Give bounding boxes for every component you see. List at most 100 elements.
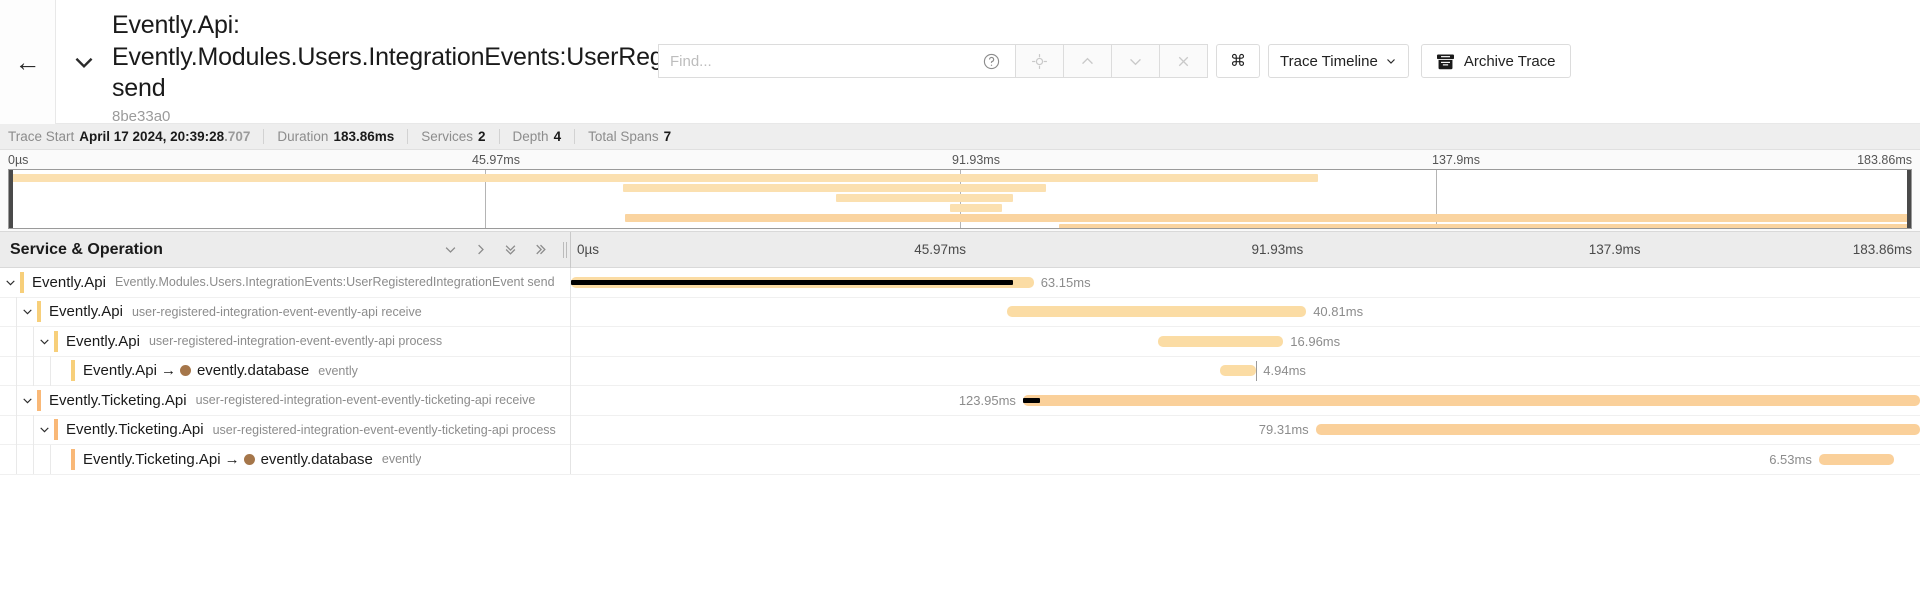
timeline-tick-label: 91.93ms	[1252, 242, 1304, 257]
span-row[interactable]: Evently.Apiuser-registered-integration-e…	[0, 298, 1920, 328]
search-input[interactable]	[658, 44, 968, 78]
span-row-label[interactable]: Evently.Ticketing.Apiuser-registered-int…	[0, 386, 571, 416]
span-bar-area[interactable]: 40.81ms	[571, 297, 1920, 327]
span-bar-area[interactable]: 79.31ms	[571, 415, 1920, 445]
service-color-bar	[54, 331, 58, 352]
indent-guide	[0, 297, 17, 327]
minimap-tick-label: 45.97ms	[472, 153, 520, 167]
span-collapse-toggle[interactable]	[17, 297, 37, 327]
minimap-drag-handle-right[interactable]	[1907, 170, 1911, 228]
search-help-button[interactable]	[968, 44, 1016, 78]
trace-meta-bar: Trace StartApril 17 2024, 20:39:28.707Du…	[0, 124, 1920, 150]
span-duration-label: 40.81ms	[1313, 304, 1363, 319]
archive-trace-label: Archive Trace	[1464, 53, 1556, 70]
operation-name: evently	[382, 452, 422, 466]
focus-match-button[interactable]	[1016, 44, 1064, 78]
archive-trace-button[interactable]: Archive Trace	[1421, 44, 1571, 78]
span-row-label[interactable]: Evently.Ticketing.Apiuser-registered-int…	[0, 415, 571, 445]
next-match-button[interactable]	[1112, 44, 1160, 78]
minimap-tick-label: 137.9ms	[1432, 153, 1480, 167]
span-duration-label: 4.94ms	[1263, 363, 1306, 378]
minimap-span-bar	[625, 214, 1911, 222]
span-duration-bar[interactable]	[1220, 365, 1256, 376]
span-collapse-toggle[interactable]	[0, 268, 20, 298]
minimap-span-bar	[1059, 224, 1911, 229]
collapse-one-button[interactable]	[443, 242, 458, 257]
span-duration-bar[interactable]	[1819, 454, 1895, 465]
span-row[interactable]: Evently.ApiEvently.Modules.Users.Integra…	[0, 268, 1920, 298]
command-key-icon: ⌘	[1230, 51, 1246, 71]
span-row-label[interactable]: Evently.Apiuser-registered-integration-e…	[0, 327, 571, 357]
keyboard-shortcuts-button[interactable]: ⌘	[1216, 44, 1260, 78]
view-selector-dropdown[interactable]: Trace Timeline	[1268, 44, 1409, 78]
minimap-span-bar	[950, 204, 1001, 212]
timeline-tick-label: 137.9ms	[1589, 242, 1641, 257]
prev-match-button[interactable]	[1064, 44, 1112, 78]
span-duration-bar[interactable]	[1023, 395, 1920, 406]
span-collapse-toggle[interactable]	[17, 386, 37, 416]
meta-divider	[407, 129, 408, 144]
span-collapse-toggle[interactable]	[34, 415, 54, 445]
span-bar-area[interactable]: 63.15ms	[571, 268, 1920, 298]
meta-value-suffix: .707	[224, 129, 250, 144]
operation-name: user-registered-integration-event-eventl…	[196, 393, 536, 407]
span-row[interactable]: Evently.Ticketing.Apiuser-registered-int…	[0, 386, 1920, 416]
view-selector-label: Trace Timeline	[1280, 53, 1378, 70]
operation-name: evently	[318, 364, 358, 378]
minimap-drag-handle-left[interactable]	[9, 170, 13, 228]
service-color-bar	[37, 301, 41, 322]
span-bar-area[interactable]: 4.94ms	[571, 356, 1920, 386]
meta-value: 4	[554, 129, 562, 144]
database-dot-icon	[180, 365, 191, 376]
minimap-tick-label: 0µs	[8, 153, 28, 167]
operation-name: user-registered-integration-event-eventl…	[132, 305, 422, 319]
span-duration-bar[interactable]	[1316, 424, 1920, 435]
close-icon	[1175, 53, 1192, 70]
double-chevron-right-icon	[533, 242, 548, 257]
meta-item: Trace StartApril 17 2024, 20:39:28.707	[8, 129, 250, 144]
span-row[interactable]: Evently.Ticketing.Apiuser-registered-int…	[0, 416, 1920, 446]
meta-item: Depth4	[513, 129, 562, 144]
chevron-down-icon	[1385, 55, 1397, 67]
meta-label: Services	[421, 129, 473, 144]
column-resize-handle[interactable]	[563, 242, 567, 258]
span-row-label[interactable]: Evently.Api→evently.databaseevently	[0, 356, 571, 386]
span-duration-bar[interactable]	[1158, 336, 1283, 347]
chevron-down-icon	[1127, 53, 1144, 70]
minimap-canvas[interactable]	[8, 169, 1912, 229]
clear-search-button[interactable]	[1160, 44, 1208, 78]
span-bar-area[interactable]: 6.53ms	[571, 445, 1920, 475]
database-target-name: evently.database	[261, 451, 373, 468]
chevron-down-icon	[38, 423, 51, 436]
span-row[interactable]: Evently.Ticketing.Api→evently.databaseev…	[0, 445, 1920, 475]
chevron-down-icon	[38, 335, 51, 348]
expand-one-button[interactable]	[473, 242, 488, 257]
span-collapse-toggle[interactable]	[34, 327, 54, 357]
span-expand-toggle	[51, 445, 71, 475]
page-title: Evently.Api: Evently.Modules.Users.Integ…	[112, 10, 672, 105]
back-button[interactable]: ←	[0, 0, 56, 124]
operation-name: user-registered-integration-event-eventl…	[213, 423, 556, 437]
header-toolbar: ⌘ Trace Timeline Archive Trace	[658, 44, 1571, 78]
span-row-label[interactable]: Evently.ApiEvently.Modules.Users.Integra…	[0, 268, 571, 298]
indent-guide	[17, 445, 34, 475]
span-duration-bar[interactable]	[1007, 306, 1306, 317]
minimap-span-bar	[623, 184, 1045, 192]
collapse-all-button[interactable]	[503, 242, 518, 257]
span-bar-area[interactable]: 123.95ms	[571, 386, 1920, 416]
indent-guide	[34, 445, 51, 475]
dependency-arrow-icon: →	[225, 451, 240, 468]
span-duration-label: 123.95ms	[959, 393, 1016, 408]
trace-minimap[interactable]: 0µs45.97ms91.93ms137.9ms183.86ms	[0, 150, 1920, 232]
title-collapse-toggle[interactable]	[56, 0, 112, 124]
span-row-label[interactable]: Evently.Apiuser-registered-integration-e…	[0, 297, 571, 327]
meta-item: Services2	[421, 129, 485, 144]
expand-all-button[interactable]	[533, 242, 548, 257]
span-row[interactable]: Evently.Api→evently.databaseevently 4.94m…	[0, 357, 1920, 387]
service-color-bar	[71, 360, 75, 381]
span-bar-area[interactable]: 16.96ms	[571, 327, 1920, 357]
span-row-label[interactable]: Evently.Ticketing.Api→evently.databaseev…	[0, 445, 571, 475]
span-row[interactable]: Evently.Apiuser-registered-integration-e…	[0, 327, 1920, 357]
meta-item: Total Spans7	[588, 129, 671, 144]
span-table-header: Service & Operation	[0, 232, 1920, 268]
